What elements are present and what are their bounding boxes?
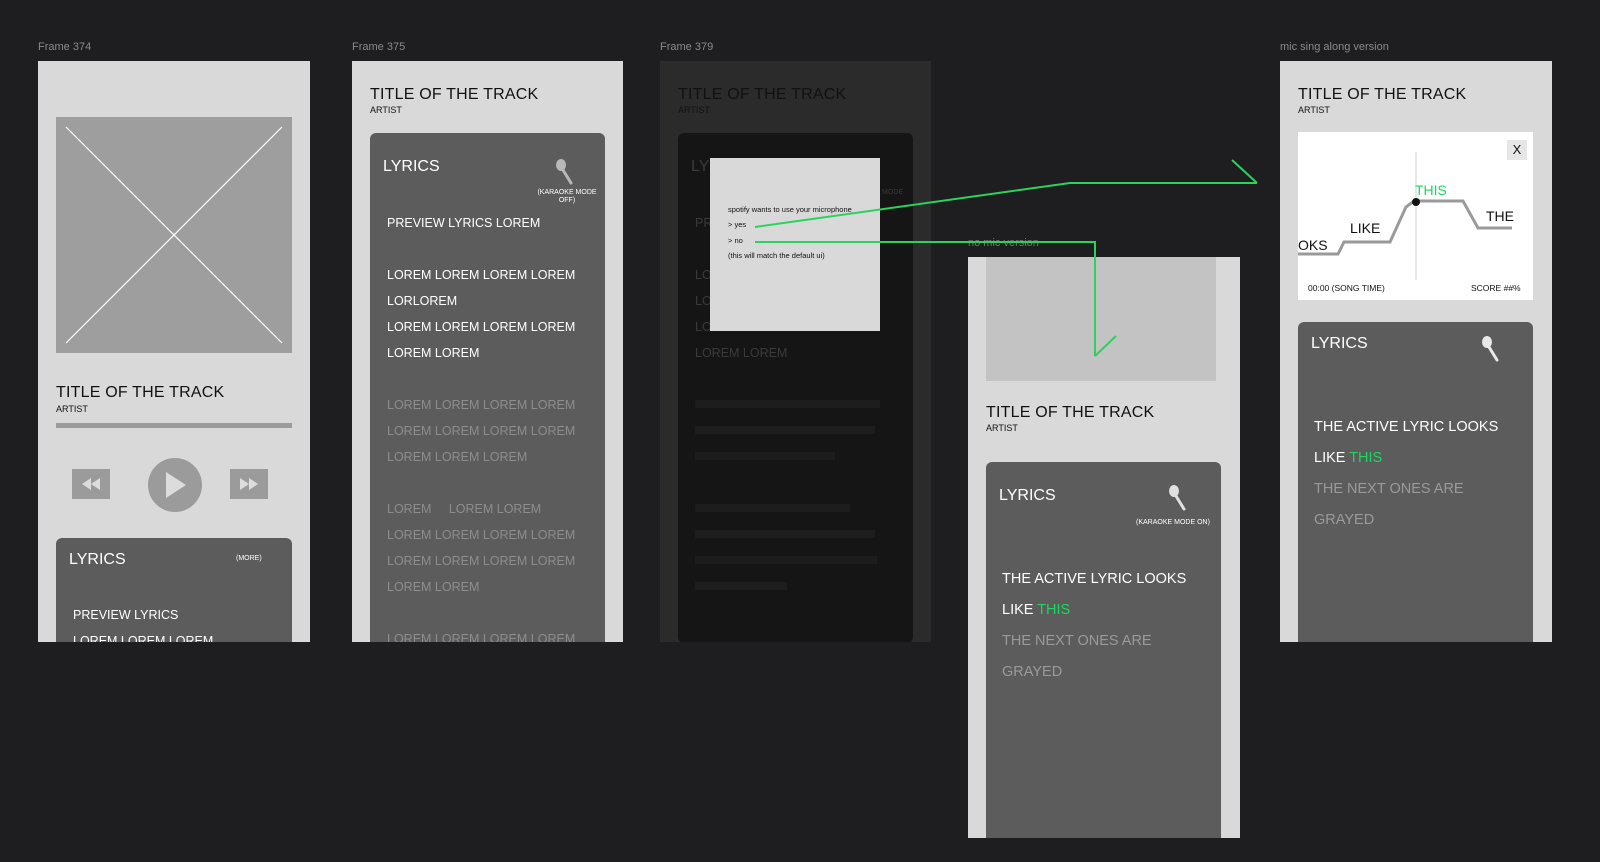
track-title: TITLE OF THE TRACK <box>370 86 539 103</box>
album-art-placeholder <box>986 257 1216 381</box>
score: SCORE ##% <box>1471 283 1521 293</box>
rewind-icon <box>82 478 100 490</box>
karaoke-lyrics-card[interactable]: LYRICS THE ACTIVE LYRIC LOOKS LIKE THIS … <box>1298 322 1533 642</box>
microphone-permission-dialog: spotify wants to use your microphone > y… <box>710 158 880 331</box>
lyric-line: LOREM LOREM LOREM LOREM <box>387 528 576 542</box>
pitch-marker <box>1412 198 1420 206</box>
frame-label-375: Frame 375 <box>352 41 406 53</box>
track-title: TITLE OF THE TRACK <box>986 404 1155 421</box>
graph-word: OKS <box>1298 237 1328 253</box>
track-artist: ARTIST <box>986 423 1018 433</box>
track-artist: ARTIST <box>370 105 402 115</box>
next-button[interactable] <box>230 469 268 499</box>
microphone-icon[interactable] <box>1479 335 1501 363</box>
lyric-line: LOREM LOREM <box>387 346 480 360</box>
microphone-icon[interactable] <box>553 158 575 186</box>
lyric-line: LOREM LOREM LOREM LOREM <box>387 554 576 568</box>
lyric-line: LOREM LOREM LOREM LOREM <box>387 424 576 438</box>
song-time: 00:00 (SONG TIME) <box>1308 283 1385 293</box>
lyric-line: LOREM LOREM <box>387 580 480 594</box>
lyric-line: LOREM LOREM LOREM LOREM <box>387 268 576 282</box>
frame-379: TITLE OF THE TRACK ARTIST LY MODE PR LO … <box>660 61 931 642</box>
lyrics-title: LY <box>691 158 710 175</box>
active-word: THIS <box>1037 602 1071 618</box>
lyric-line: PREVIEW LYRICS LOREM <box>387 216 541 230</box>
upcoming-lyric-line: THE NEXT ONES ARE <box>1314 481 1464 497</box>
upcoming-lyric-line: GRAYED <box>1002 664 1063 680</box>
album-art-placeholder <box>56 117 292 353</box>
track-artist: ARTIST <box>678 105 710 115</box>
frame-374: TITLE OF THE TRACK ARTIST LYRICS (MORE) … <box>38 61 310 642</box>
lyric-line: LOREM LOREM LOREM LOREM <box>387 398 576 412</box>
lyric-line: LOREM LOREM LOREM <box>387 502 542 516</box>
lyric-line: LOREM LOREM LOREM LOREM <box>387 632 576 642</box>
blurred-lyric-line <box>695 452 835 460</box>
dialog-yes-option[interactable]: > yes <box>728 220 746 229</box>
track-title: TITLE OF THE TRACK <box>678 86 847 103</box>
graph-word-active: THIS <box>1415 182 1447 198</box>
frame-mic-sing-along: TITLE OF THE TRACK ARTIST OKS LIKE THIS … <box>1280 61 1552 642</box>
active-lyric-line: LIKE THIS <box>1002 602 1071 618</box>
progress-bar[interactable] <box>56 423 292 428</box>
lyric-line: LORLOREM <box>387 294 458 308</box>
dialog-message: spotify wants to use your microphone <box>728 205 852 214</box>
frame-375: TITLE OF THE TRACK ARTIST LYRICS (KARAOK… <box>352 61 623 642</box>
frame-label-374: Frame 374 <box>38 41 92 53</box>
karaoke-mode-label: (KARAOKE MODE ON) <box>1136 519 1210 526</box>
microphone-icon[interactable] <box>1166 484 1188 512</box>
active-lyric-line: LIKE THIS <box>1314 450 1383 466</box>
track-title: TITLE OF THE TRACK <box>56 384 225 401</box>
blurred-lyric-line <box>695 556 877 564</box>
lyrics-card[interactable]: LYRICS (KARAOKE MODE OFF) PREVIEW LYRICS… <box>370 133 605 642</box>
play-icon <box>166 472 186 498</box>
dialog-no-option[interactable]: > no <box>728 236 743 245</box>
track-artist: ARTIST <box>1298 105 1330 115</box>
lyrics-preview-card[interactable]: LYRICS (MORE) PREVIEW LYRICS LOREM LOREM… <box>56 538 292 642</box>
track-title: TITLE OF THE TRACK <box>1298 86 1467 103</box>
pitch-curve <box>1298 199 1512 256</box>
karaoke-mode-label: (KARAOKE MODE OFF) <box>537 189 597 204</box>
blurred-lyric-line <box>695 400 880 408</box>
frame-label-no-mic: no mic version <box>968 237 1039 249</box>
frame-label-mic: mic sing along version <box>1280 41 1389 53</box>
blurred-lyric-line <box>695 504 850 512</box>
pitch-graph-panel: OKS LIKE THIS THE X 00:00 (SONG TIME) SC… <box>1298 132 1533 300</box>
lyric-line: LOREM LOREM <box>695 346 788 360</box>
lyric-line: LOREM LOREM LOREM LOREM <box>387 320 576 334</box>
graph-word: THE <box>1486 208 1514 224</box>
upcoming-lyric-line: THE NEXT ONES ARE <box>1002 633 1152 649</box>
karaoke-mode-label: MODE <box>882 189 903 196</box>
play-button[interactable] <box>148 458 202 512</box>
dialog-note: (this will match the default ui) <box>728 251 825 260</box>
lyrics-title: LYRICS <box>383 158 440 175</box>
graph-word: LIKE <box>1350 220 1381 236</box>
active-word: THIS <box>1349 450 1383 466</box>
track-artist: ARTIST <box>56 404 88 414</box>
blurred-lyric-line <box>695 582 787 590</box>
lyric-line: LOREM LOREM LOREM <box>387 450 528 464</box>
frame-label-379: Frame 379 <box>660 41 714 53</box>
lyrics-title: LYRICS <box>999 487 1056 504</box>
previous-button[interactable] <box>72 469 110 499</box>
fast-forward-icon <box>240 478 258 490</box>
lyrics-preview-line: PREVIEW LYRICS <box>73 608 179 622</box>
more-link[interactable]: (MORE) <box>236 555 262 562</box>
active-lyric-line: THE ACTIVE LYRIC LOOKS <box>1002 571 1187 587</box>
lyrics-preview-line: LOREM LOREM LOREM <box>73 634 214 642</box>
blurred-lyric-line <box>695 426 875 434</box>
blurred-lyric-line <box>695 530 875 538</box>
close-button[interactable]: X <box>1507 140 1527 160</box>
karaoke-lyrics-card[interactable]: LYRICS (KARAOKE MODE ON) THE ACTIVE LYRI… <box>986 462 1221 838</box>
frame-no-mic: TITLE OF THE TRACK ARTIST LYRICS (KARAOK… <box>968 257 1240 838</box>
active-lyric-line: THE ACTIVE LYRIC LOOKS <box>1314 419 1499 435</box>
lyrics-title: LYRICS <box>1311 335 1368 352</box>
upcoming-lyric-line: GRAYED <box>1314 512 1375 528</box>
lyrics-title: LYRICS <box>69 551 126 568</box>
